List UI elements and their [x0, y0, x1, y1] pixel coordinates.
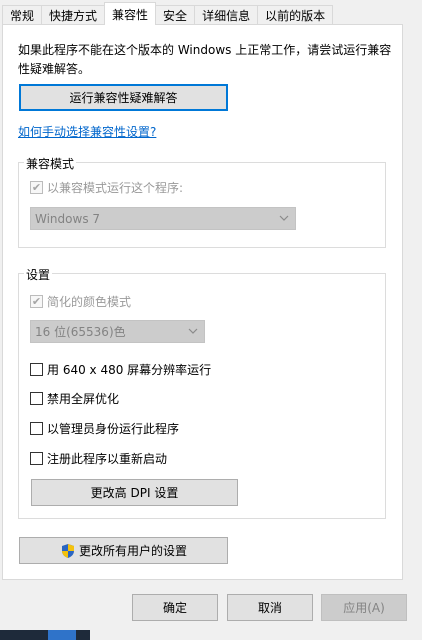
change-all-users-button[interactable]: 更改所有用户的设置	[19, 537, 228, 564]
run-troubleshooter-button[interactable]: 运行兼容性疑难解答	[19, 84, 228, 111]
taskbar-fragment	[0, 630, 90, 640]
tab-details[interactable]: 详细信息	[194, 5, 259, 25]
register-restart-checkbox[interactable]	[30, 452, 43, 465]
resolution-640-row[interactable]: 用 640 x 480 屏幕分辨率运行	[30, 361, 211, 378]
uac-shield-icon	[61, 543, 74, 558]
chevron-down-icon	[279, 215, 289, 221]
tab-compatibility[interactable]: 兼容性	[104, 2, 157, 25]
intro-text: 如果此程序不能在这个版本的 Windows 上正常工作，请尝试运行兼容性疑难解答…	[18, 43, 392, 76]
compat-mode-group	[18, 162, 386, 248]
disable-fullscreen-opt-label: 禁用全屏优化	[47, 392, 120, 406]
reduced-color-label: 简化的颜色模式	[47, 295, 132, 309]
tab-security[interactable]: 安全	[155, 5, 196, 25]
check-mark-icon: ✔	[31, 181, 42, 194]
compatibility-panel: 如果此程序不能在这个版本的 Windows 上正常工作，请尝试运行兼容性疑难解答…	[2, 24, 403, 580]
change-dpi-button[interactable]: 更改高 DPI 设置	[31, 479, 238, 506]
tab-general[interactable]: 常规	[2, 5, 43, 25]
run-as-admin-checkbox[interactable]	[30, 422, 43, 435]
disable-fullscreen-opt-row[interactable]: 禁用全屏优化	[30, 390, 119, 407]
os-version-select[interactable]: Windows 7	[30, 207, 296, 230]
check-mark-icon: ✔	[31, 295, 42, 308]
run-as-admin-label: 以管理员身份运行此程序	[47, 422, 180, 436]
tab-strip: 常规 快捷方式 兼容性 安全 详细信息 以前的版本	[2, 2, 334, 25]
register-restart-label: 注册此程序以重新启动	[47, 452, 168, 466]
reduced-color-row[interactable]: ✔ 简化的颜色模式	[30, 293, 131, 310]
chevron-down-icon	[188, 328, 198, 334]
register-restart-row[interactable]: 注册此程序以重新启动	[30, 450, 167, 467]
properties-dialog: 常规 快捷方式 兼容性 安全 详细信息 以前的版本 如果此程序不能在这个版本的 …	[0, 0, 422, 640]
resolution-640-checkbox[interactable]	[30, 363, 43, 376]
cancel-button[interactable]: 取消	[227, 594, 313, 621]
compat-mode-label: 以兼容模式运行这个程序:	[47, 181, 184, 195]
tab-shortcut[interactable]: 快捷方式	[41, 5, 106, 25]
tab-previous-versions[interactable]: 以前的版本	[257, 5, 334, 25]
compat-mode-row[interactable]: ✔ 以兼容模式运行这个程序:	[30, 179, 183, 196]
disable-fullscreen-opt-checkbox[interactable]	[30, 392, 43, 405]
compat-mode-checkbox[interactable]: ✔	[30, 181, 43, 194]
settings-title: 设置	[24, 266, 53, 283]
reduced-color-checkbox[interactable]: ✔	[30, 295, 43, 308]
compat-mode-title: 兼容模式	[24, 155, 77, 172]
color-depth-value: 16 位(65536)色	[35, 325, 126, 339]
resolution-640-label: 用 640 x 480 屏幕分辨率运行	[47, 363, 212, 377]
run-as-admin-row[interactable]: 以管理员身份运行此程序	[30, 420, 179, 437]
ok-button[interactable]: 确定	[132, 594, 218, 621]
apply-button[interactable]: 应用(A)	[321, 594, 407, 621]
os-version-value: Windows 7	[35, 211, 101, 226]
manual-compat-link[interactable]: 如何手动选择兼容性设置?	[18, 123, 156, 140]
color-depth-select[interactable]: 16 位(65536)色	[30, 320, 205, 343]
taskbar-app-icon	[48, 630, 76, 640]
change-all-users-label: 更改所有用户的设置	[78, 544, 187, 558]
